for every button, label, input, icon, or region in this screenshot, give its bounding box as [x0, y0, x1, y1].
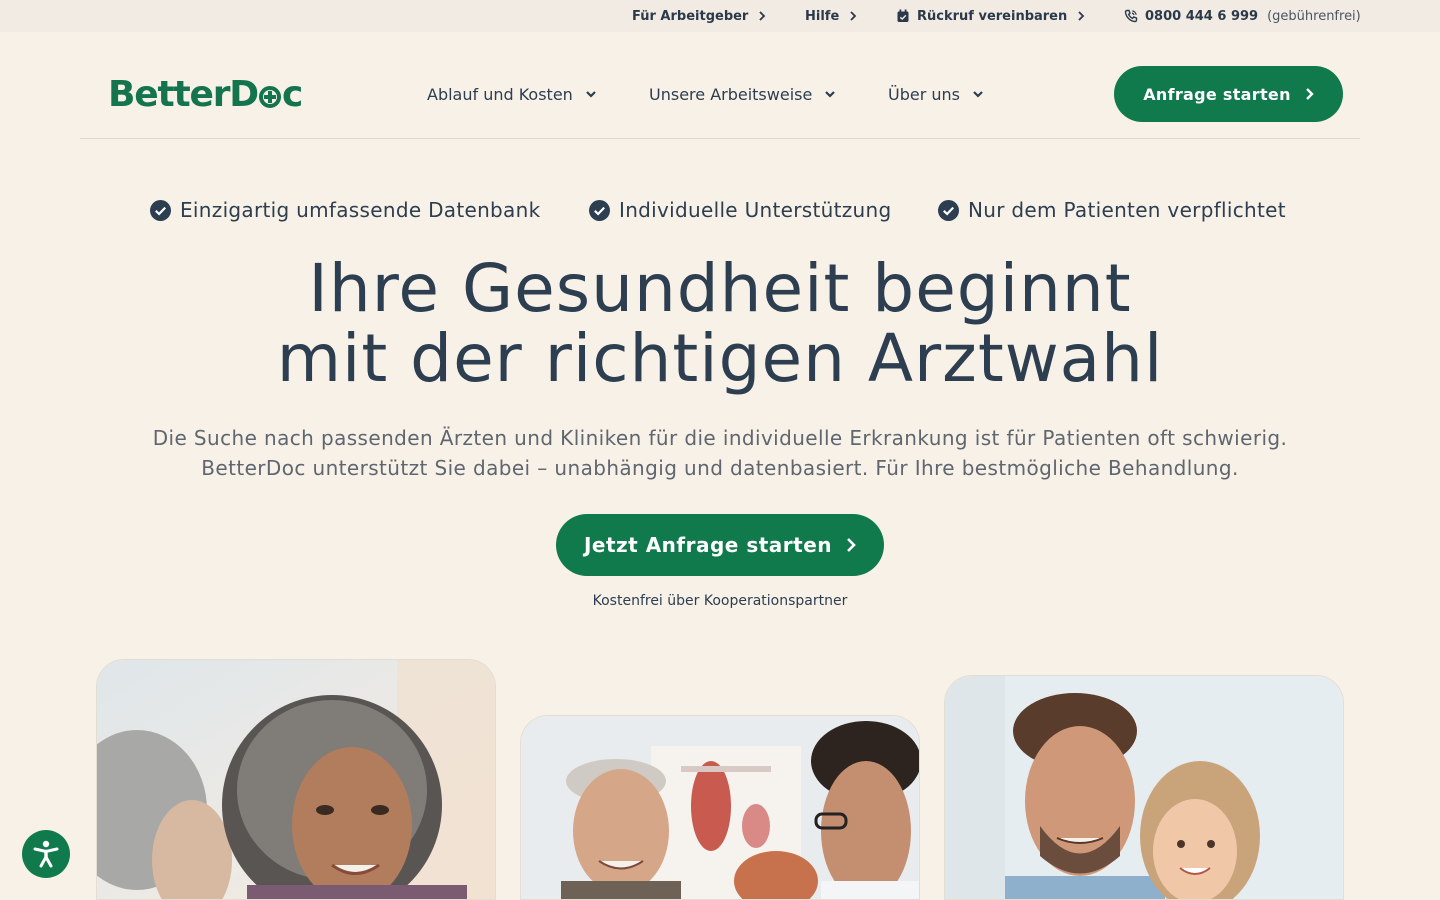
feature-support-label: Individuelle Unterstützung	[619, 198, 892, 222]
calendar-icon	[897, 9, 909, 22]
top-utility-bar: Für Arbeitgeber Hilfe Rückruf vereinbare…	[0, 0, 1440, 32]
hero-subtitle-line-2: BetterDoc unterstützt Sie dabei – unabhä…	[201, 456, 1239, 480]
feature-database-label: Einzigartig umfassende Datenbank	[180, 198, 541, 222]
betterdoc-logo[interactable]: BetterD c	[108, 74, 303, 115]
logo-text-prefix: BetterD	[108, 74, 259, 115]
chevron-right-icon	[847, 538, 856, 552]
chevron-down-icon	[586, 91, 596, 98]
hero-subtitle-line-1: Die Suche nach passenden Ärzten und Klin…	[152, 426, 1288, 450]
photo-patient-consultation-image	[97, 660, 495, 899]
hero-start-request-label: Jetzt Anfrage starten	[583, 533, 833, 557]
topbar-phone-number: 0800 444 6 999	[1145, 8, 1259, 24]
photo-doctor-with-senior-image	[521, 716, 919, 899]
phone-icon	[1124, 9, 1138, 23]
topbar-help-link[interactable]: Hilfe	[805, 0, 857, 32]
chevron-right-icon	[1078, 11, 1085, 21]
photo-patient-consultation	[96, 659, 496, 900]
feature-patient-commitment: Nur dem Patienten verpflichtet	[938, 196, 1286, 224]
header-start-request-button[interactable]: Anfrage starten	[1114, 66, 1343, 122]
hero-title: Ihre Gesundheit beginnt mit der richtige…	[0, 254, 1440, 394]
hero-title-line-2: mit der richtigen Arztwahl	[276, 320, 1164, 397]
topbar-phone-link[interactable]: 0800 444 6 999 (gebührenfrei)	[1124, 0, 1361, 32]
feature-patient-commitment-label: Nur dem Patienten verpflichtet	[968, 198, 1286, 222]
header-start-request-label: Anfrage starten	[1143, 84, 1291, 104]
chevron-down-icon	[825, 91, 836, 98]
nav-our-approach-label: Unsere Arbeitsweise	[649, 84, 813, 104]
topbar-employers-link[interactable]: Für Arbeitgeber	[632, 0, 766, 32]
photo-doctor-with-senior	[520, 715, 920, 900]
chevron-down-icon	[973, 91, 983, 98]
logo-text-suffix: c	[281, 74, 303, 115]
check-circle-icon	[589, 199, 610, 221]
hero-subtitle: Die Suche nach passenden Ärzten und Klin…	[0, 423, 1440, 483]
nav-about-us-label: Über uns	[888, 84, 960, 104]
topbar-help-label: Hilfe	[805, 8, 840, 24]
photo-father-and-daughter-image	[945, 676, 1343, 899]
nav-process-costs-label: Ablauf und Kosten	[427, 84, 573, 104]
chevron-right-icon	[850, 11, 857, 21]
topbar-callback-link[interactable]: Rückruf vereinbaren	[896, 0, 1085, 32]
accessibility-icon	[33, 840, 59, 868]
logo-cross-icon	[258, 85, 281, 108]
hero-cta-note: Kostenfrei über Kooperationspartner	[592, 593, 848, 609]
hero-start-request-button[interactable]: Jetzt Anfrage starten	[556, 514, 884, 576]
header-divider	[80, 138, 1360, 139]
check-circle-icon	[150, 199, 171, 221]
nav-about-us[interactable]: Über uns	[888, 80, 984, 108]
topbar-employers-label: Für Arbeitgeber	[632, 8, 749, 24]
nav-process-costs[interactable]: Ablauf und Kosten	[427, 80, 597, 108]
photo-father-and-daughter	[944, 675, 1344, 900]
topbar-callback-label: Rückruf vereinbaren	[917, 8, 1068, 24]
accessibility-button[interactable]	[22, 830, 70, 878]
topbar-phone-note: (gebührenfrei)	[1267, 8, 1361, 24]
check-circle-icon	[938, 199, 959, 221]
nav-our-approach[interactable]: Unsere Arbeitsweise	[649, 80, 836, 108]
feature-database: Einzigartig umfassende Datenbank	[150, 196, 540, 224]
chevron-right-icon	[1305, 88, 1314, 100]
chevron-right-icon	[759, 11, 766, 21]
hero-title-line-1: Ihre Gesundheit beginnt	[308, 250, 1132, 327]
feature-support: Individuelle Unterstützung	[589, 196, 891, 224]
